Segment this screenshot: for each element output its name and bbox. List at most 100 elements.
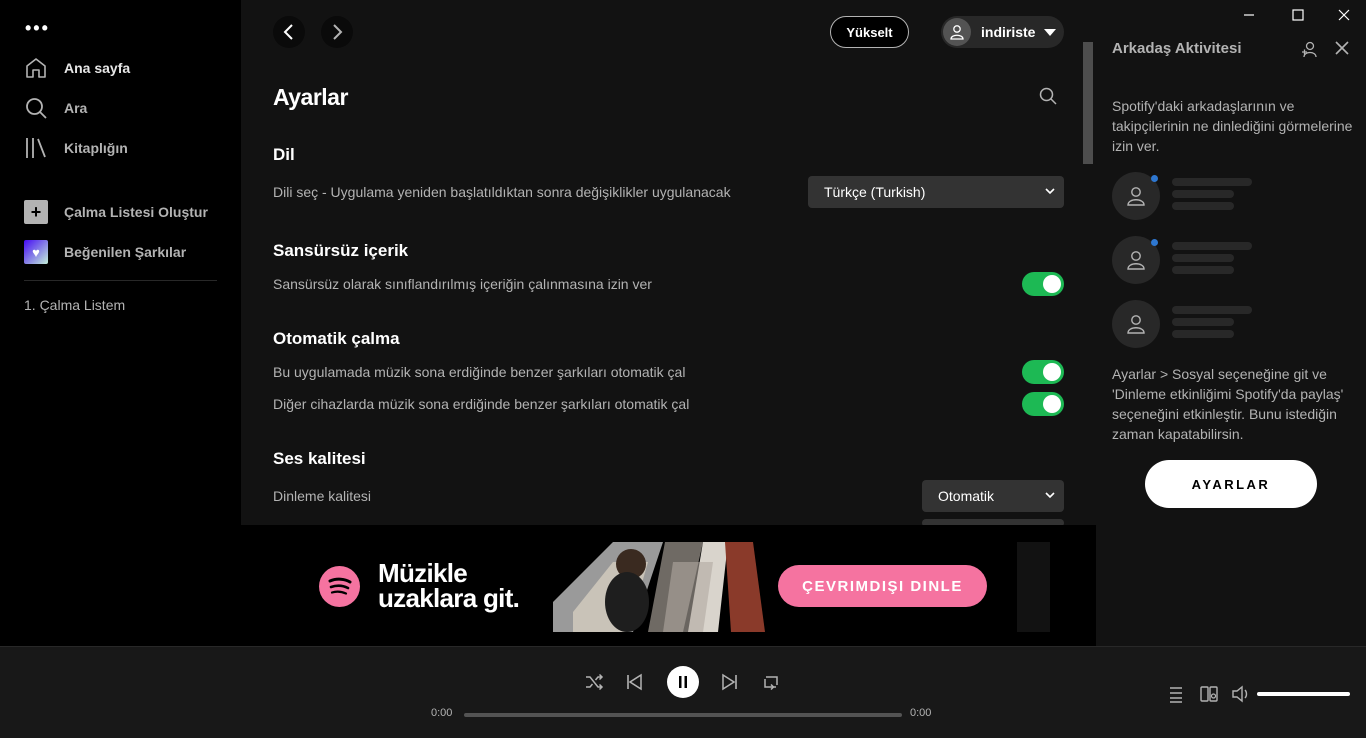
volume-icon[interactable]	[1231, 684, 1251, 704]
home-icon	[26, 58, 46, 78]
library-icon	[26, 138, 46, 158]
online-indicator	[1151, 175, 1158, 182]
friend-activity-intro: Spotify'daki arkadaşlarının ve takipçile…	[1112, 98, 1353, 154]
placeholder-bar	[1172, 178, 1252, 186]
placeholder-bar	[1172, 190, 1234, 198]
section-title-language: Dil	[273, 145, 295, 164]
autoplay-other-devices-label: Diğer cihazlarda müzik sona erdiğinde be…	[273, 396, 690, 412]
user-icon	[1127, 315, 1145, 334]
autoplay-other-devices-toggle[interactable]	[1022, 392, 1064, 416]
friend-placeholder	[1112, 236, 1262, 284]
placeholder-bar	[1172, 202, 1234, 210]
plus-icon: +	[24, 200, 48, 224]
sidebar-item-label: Ana sayfa	[64, 60, 131, 76]
liked-songs-label: Beğenilen Şarkılar	[64, 244, 187, 260]
forward-button[interactable]	[321, 16, 353, 48]
user-name: indiriste	[981, 24, 1036, 40]
menu-dots-icon[interactable]: •••	[25, 18, 50, 39]
chevron-down-icon	[1045, 492, 1055, 499]
devices-icon[interactable]	[1199, 684, 1219, 704]
placeholder-bar	[1172, 266, 1234, 274]
progress-bar[interactable]	[464, 713, 902, 717]
pause-icon	[679, 676, 687, 688]
explicit-label: Sansürsüz olarak sınıflandırılmış içeriğ…	[273, 276, 652, 292]
shuffle-icon[interactable]	[584, 672, 604, 692]
friend-activity-panel: Arkadaş Aktivitesi Spotify'daki arkadaşl…	[1096, 0, 1366, 646]
previous-icon[interactable]	[624, 672, 644, 692]
chevron-down-icon	[1045, 188, 1055, 195]
placeholder-bar	[1172, 318, 1234, 326]
settings-button[interactable]: AYARLAR	[1145, 460, 1317, 508]
back-button[interactable]	[273, 16, 305, 48]
friend-activity-title: Arkadaş Aktivitesi	[1112, 40, 1242, 57]
section-title-explicit: Sansürsüz içerik	[273, 241, 409, 260]
streaming-quality-value: Otomatik	[938, 488, 995, 504]
page-title: Ayarlar	[273, 84, 348, 110]
autoplay-this-app-toggle[interactable]	[1022, 360, 1064, 384]
sidebar-item-label: Ara	[64, 100, 88, 116]
ad-headline-line2: uzaklara git.	[378, 583, 520, 613]
toggle-knob	[1043, 275, 1061, 293]
placeholder-bar	[1172, 306, 1252, 314]
ad-photo	[553, 542, 765, 632]
sidebar: ••• Ana sayfa Ara Kitaplığın + Çalma Lis…	[0, 0, 241, 646]
ad-banner[interactable]: Müzikle uzaklara git. ÇEVRIMDIŞI DINLE	[241, 525, 1096, 646]
queue-icon[interactable]	[1167, 684, 1187, 704]
streaming-quality-label: Dinleme kalitesi	[273, 488, 372, 504]
heart-icon: ♥	[24, 240, 48, 264]
user-menu-button[interactable]: indiriste	[941, 16, 1064, 48]
streaming-quality-select[interactable]: Otomatik	[922, 480, 1064, 512]
spotify-logo-icon	[319, 566, 360, 607]
placeholder-bar	[1172, 242, 1252, 250]
search-icon[interactable]	[1038, 86, 1058, 106]
ad-cta-button[interactable]: ÇEVRIMDIŞI DINLE	[778, 565, 987, 607]
friend-activity-instructions: Ayarlar > Sosyal seçeneğine git ve 'Dinl…	[1112, 366, 1344, 442]
autoplay-this-app-label: Bu uygulamada müzik sona erdiğinde benze…	[273, 364, 686, 380]
add-friend-icon[interactable]	[1301, 40, 1319, 58]
user-icon	[950, 25, 964, 40]
friend-placeholder	[1112, 172, 1262, 220]
toggle-knob	[1043, 363, 1061, 381]
avatar	[1112, 300, 1160, 348]
sidebar-item-search[interactable]: Ara	[24, 96, 87, 120]
sidebar-item-home[interactable]: Ana sayfa	[24, 56, 130, 80]
playlist-item[interactable]: 1. Çalma Listem	[24, 297, 125, 313]
ad-headline: Müzikle uzaklara git.	[378, 560, 520, 613]
maximize-icon[interactable]	[1291, 8, 1305, 22]
sidebar-divider	[24, 280, 217, 281]
create-playlist-button[interactable]: + Çalma Listesi Oluştur	[24, 200, 208, 224]
main-content: Yükselt indiriste Ayarlar Dil Dili seç -…	[241, 0, 1096, 646]
section-title-audio-quality: Ses kalitesi	[273, 449, 366, 468]
sidebar-item-label: Kitaplığın	[64, 140, 128, 156]
repeat-icon[interactable]	[761, 672, 781, 692]
next-icon[interactable]	[720, 672, 740, 692]
user-icon	[1127, 187, 1145, 206]
pause-button[interactable]	[667, 666, 699, 698]
language-label: Dili seç - Uygulama yeniden başlatıldıkt…	[273, 184, 731, 200]
sidebar-item-library[interactable]: Kitaplığın	[24, 136, 128, 160]
time-elapsed: 0:00	[431, 707, 453, 719]
user-icon	[1127, 251, 1145, 270]
chevron-left-icon	[283, 24, 293, 40]
time-total: 0:00	[910, 707, 932, 719]
placeholder-bar	[1172, 330, 1234, 338]
scrollbar[interactable]	[1083, 42, 1093, 164]
window-close-icon[interactable]	[1337, 8, 1351, 22]
placeholder-bar	[1172, 254, 1234, 262]
chevron-right-icon	[333, 24, 343, 40]
ad-side-panel	[1017, 542, 1050, 632]
upgrade-button[interactable]: Yükselt	[830, 16, 909, 48]
minimize-icon[interactable]	[1242, 8, 1256, 22]
player-bar: 0:00 0:00	[0, 646, 1366, 738]
close-icon[interactable]	[1334, 40, 1350, 56]
create-playlist-label: Çalma Listesi Oluştur	[64, 204, 208, 220]
toggle-knob	[1043, 395, 1061, 413]
caret-down-icon	[1044, 28, 1057, 36]
language-select[interactable]: Türkçe (Turkish)	[808, 176, 1064, 208]
search-icon	[26, 98, 47, 119]
section-title-autoplay: Otomatik çalma	[273, 329, 400, 348]
volume-slider[interactable]	[1257, 692, 1350, 696]
explicit-toggle[interactable]	[1022, 272, 1064, 296]
friend-placeholder	[1112, 300, 1262, 348]
liked-songs-button[interactable]: ♥ Beğenilen Şarkılar	[24, 240, 186, 264]
